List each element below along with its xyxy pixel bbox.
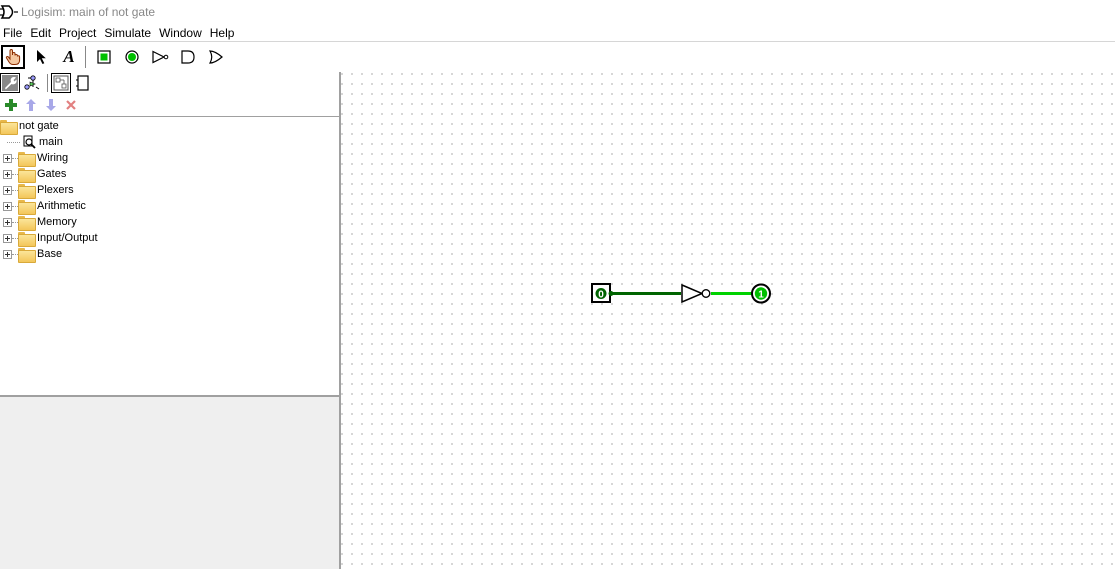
appearance-icon bbox=[76, 75, 89, 91]
folder-icon bbox=[18, 215, 36, 231]
tree-connector bbox=[7, 141, 20, 143]
output-pin-icon bbox=[125, 50, 139, 64]
library-label: Gates bbox=[37, 168, 67, 180]
menu-window[interactable]: Window bbox=[156, 24, 205, 42]
appearance-view-button[interactable] bbox=[73, 73, 93, 93]
tree-library-arithmetic[interactable]: Arithmetic bbox=[3, 198, 86, 215]
circuit-name: main bbox=[39, 136, 63, 148]
menu-edit[interactable]: Edit bbox=[27, 24, 54, 42]
text-icon: A bbox=[63, 47, 75, 66]
layout-view-button[interactable] bbox=[51, 73, 71, 93]
simulation-tree-icon bbox=[24, 75, 40, 90]
arrow-icon bbox=[37, 50, 46, 64]
attribute-panel bbox=[0, 397, 340, 569]
folder-icon bbox=[0, 119, 18, 135]
or-gate-icon bbox=[208, 50, 223, 64]
menu-project[interactable]: Project bbox=[56, 24, 99, 42]
tree-library-memory[interactable]: Memory bbox=[3, 214, 77, 231]
move-up-button[interactable] bbox=[21, 96, 41, 114]
folder-icon bbox=[18, 247, 36, 263]
edit-tool-button[interactable] bbox=[29, 45, 53, 69]
menu-bar: File Edit Project Simulate Window Help bbox=[0, 24, 1115, 42]
circuit-layout-icon bbox=[53, 75, 69, 91]
tree-library-gates[interactable]: Gates bbox=[3, 166, 67, 183]
expand-icon[interactable] bbox=[3, 217, 12, 227]
tree-library-base[interactable]: Base bbox=[3, 246, 63, 263]
tree-project[interactable]: not gate bbox=[0, 118, 59, 135]
delete-button[interactable] bbox=[61, 96, 81, 114]
expand-icon[interactable] bbox=[3, 233, 12, 243]
library-label: Arithmetic bbox=[37, 200, 86, 212]
library-label: Plexers bbox=[37, 184, 74, 196]
poke-tool-button[interactable] bbox=[1, 45, 25, 69]
magnifier-icon bbox=[23, 135, 36, 149]
library-label: Input/Output bbox=[37, 232, 98, 244]
main-toolbar: A bbox=[0, 43, 1115, 71]
hand-icon bbox=[5, 48, 21, 65]
output-pin-tool-button[interactable] bbox=[120, 45, 144, 69]
not-gate-tool-button[interactable] bbox=[148, 45, 172, 69]
explorer-tree: not gate main Wiring Gates Plexers Arith… bbox=[0, 116, 340, 395]
and-gate-icon bbox=[181, 50, 195, 64]
library-label: Wiring bbox=[37, 152, 69, 164]
expand-icon[interactable] bbox=[3, 169, 12, 179]
explorer-toolbar-separator bbox=[47, 74, 48, 92]
input-pin-tool-button[interactable] bbox=[92, 45, 116, 69]
simulation-view-button[interactable] bbox=[22, 73, 42, 93]
window-title: Logisim: main of not gate bbox=[21, 5, 156, 19]
tree-library-plexers[interactable]: Plexers bbox=[3, 182, 74, 199]
input-pin-icon bbox=[97, 50, 111, 64]
logisim-icon bbox=[0, 5, 18, 19]
menu-file[interactable]: File bbox=[0, 24, 25, 42]
move-down-button[interactable] bbox=[41, 96, 61, 114]
folder-icon bbox=[18, 183, 36, 199]
library-label: Memory bbox=[37, 216, 77, 228]
wrench-icon bbox=[2, 75, 18, 91]
toolbar-separator bbox=[85, 46, 86, 68]
tree-library-wiring[interactable]: Wiring bbox=[3, 150, 69, 167]
expand-icon[interactable] bbox=[3, 153, 12, 163]
menu-help[interactable]: Help bbox=[207, 24, 238, 42]
not-gate-icon bbox=[152, 50, 169, 64]
plus-icon bbox=[5, 99, 17, 111]
tree-library-input-output[interactable]: Input/Output bbox=[3, 230, 98, 247]
menu-simulate[interactable]: Simulate bbox=[101, 24, 154, 42]
folder-icon bbox=[18, 231, 36, 247]
or-gate-tool-button[interactable] bbox=[204, 45, 228, 69]
arrow-up-icon bbox=[26, 99, 36, 111]
expand-icon[interactable] bbox=[3, 249, 12, 259]
circuit-canvas[interactable]: 0 1 bbox=[341, 72, 1115, 569]
project-name: not gate bbox=[19, 120, 59, 132]
output-pin-value: 1 bbox=[758, 290, 764, 301]
folder-icon bbox=[18, 167, 36, 183]
not-gate[interactable] bbox=[681, 283, 711, 304]
folder-icon bbox=[18, 199, 36, 215]
and-gate-tool-button[interactable] bbox=[176, 45, 200, 69]
delete-x-icon bbox=[66, 100, 76, 110]
input-pin-value: 0 bbox=[598, 290, 604, 301]
library-label: Base bbox=[37, 248, 63, 260]
tree-circuit-main[interactable]: main bbox=[7, 134, 63, 150]
explorer-toolbar bbox=[0, 72, 340, 94]
toolbox-view-button[interactable] bbox=[0, 73, 20, 93]
title-bar: Logisim: main of not gate bbox=[0, 0, 1115, 24]
folder-icon bbox=[18, 151, 36, 167]
arrow-down-icon bbox=[46, 99, 56, 111]
expand-icon[interactable] bbox=[3, 201, 12, 211]
expand-icon[interactable] bbox=[3, 185, 12, 195]
explorer-actions bbox=[0, 95, 340, 115]
input-pin[interactable]: 0 bbox=[591, 283, 614, 303]
output-pin[interactable]: 1 bbox=[751, 283, 771, 304]
circuit-drawing: 0 1 bbox=[591, 283, 771, 304]
add-circuit-button[interactable] bbox=[1, 96, 21, 114]
text-tool-button[interactable]: A bbox=[57, 45, 81, 69]
